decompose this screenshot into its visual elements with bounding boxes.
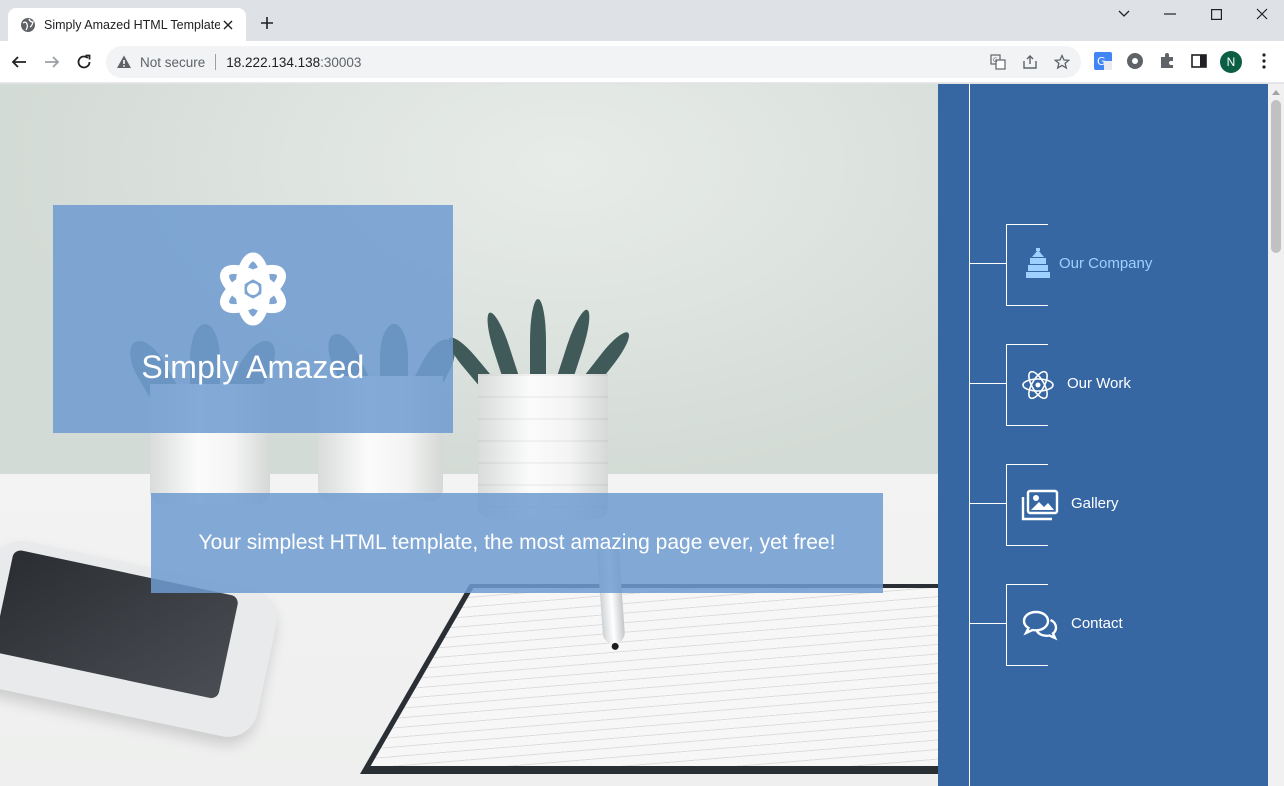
extensions-puzzle-icon[interactable]	[1158, 52, 1176, 70]
close-window-button[interactable]	[1251, 4, 1273, 24]
bookmark-star-icon[interactable]	[1054, 54, 1070, 70]
security-label[interactable]: Not secure	[140, 55, 205, 70]
url-port: :30003	[320, 54, 362, 70]
atom-logo-icon	[218, 249, 288, 329]
globe-icon	[20, 17, 36, 33]
chat-bubbles-icon	[1020, 606, 1060, 644]
brand-title: Simply Amazed	[141, 349, 365, 385]
scroll-up-arrow-icon[interactable]	[1268, 84, 1284, 100]
reload-button[interactable]	[72, 50, 96, 74]
translate-icon[interactable]: G	[990, 54, 1006, 70]
tagline-text: Your simplest HTML template, the most am…	[198, 531, 836, 554]
tagline-box: Your simplest HTML template, the most am…	[151, 493, 883, 593]
google-translate-extension-icon[interactable]: G	[1094, 52, 1112, 70]
images-icon	[1020, 486, 1060, 524]
nav-item-contact[interactable]: Contact	[970, 584, 1260, 666]
browser-toolbar: Not secure 18.222.134.138:30003 G G N	[0, 41, 1284, 83]
browser-tab[interactable]: Simply Amazed HTML Template	[8, 8, 246, 41]
warning-icon[interactable]	[116, 54, 132, 70]
tab-search-icon[interactable]	[1113, 4, 1135, 24]
page-scrollbar[interactable]	[1268, 84, 1284, 786]
address-bar[interactable]: Not secure 18.222.134.138:30003 G	[106, 46, 1081, 78]
nav-item-our-company[interactable]: Our Company	[970, 224, 1260, 306]
nav-label: Gallery	[1071, 495, 1119, 512]
minimize-button[interactable]	[1159, 4, 1181, 24]
building-icon	[1018, 246, 1058, 284]
nav-item-our-work[interactable]: Our Work	[970, 344, 1260, 426]
nav-label: Our Work	[1067, 375, 1131, 392]
nav-item-gallery[interactable]: Gallery	[970, 464, 1260, 546]
hero-section: Simply Amazed Your simplest HTML templat…	[0, 84, 938, 786]
profile-avatar[interactable]: N	[1220, 51, 1242, 73]
scrollbar-thumb[interactable]	[1271, 100, 1281, 253]
new-tab-button[interactable]	[257, 13, 277, 33]
menu-kebab-icon[interactable]	[1255, 52, 1273, 70]
close-tab-icon[interactable]	[220, 17, 236, 33]
nav-label: Our Company	[1059, 255, 1153, 272]
share-icon[interactable]	[1022, 54, 1038, 70]
sidebar-nav: Our Company Our Work Gallery Contact	[938, 84, 1268, 786]
url-text[interactable]: 18.222.134.138:30003	[226, 55, 361, 70]
sidebar-vertical-line	[969, 84, 970, 786]
maximize-button[interactable]	[1205, 4, 1227, 24]
nav-label: Contact	[1071, 615, 1123, 632]
url-host: 18.222.134.138	[226, 54, 321, 70]
tab-title: Simply Amazed HTML Template	[44, 17, 220, 32]
brand-box: Simply Amazed	[53, 205, 453, 433]
atom-icon	[1018, 366, 1058, 404]
forward-button[interactable]	[40, 50, 64, 74]
tab-strip: Simply Amazed HTML Template	[0, 0, 1284, 41]
extension-circle-icon[interactable]	[1126, 52, 1144, 70]
side-panel-icon[interactable]	[1190, 52, 1208, 70]
omnibox-divider	[215, 54, 217, 70]
svg-text:G: G	[993, 57, 998, 64]
back-button[interactable]	[7, 50, 31, 74]
page-viewport: Simply Amazed Your simplest HTML templat…	[0, 84, 1284, 786]
